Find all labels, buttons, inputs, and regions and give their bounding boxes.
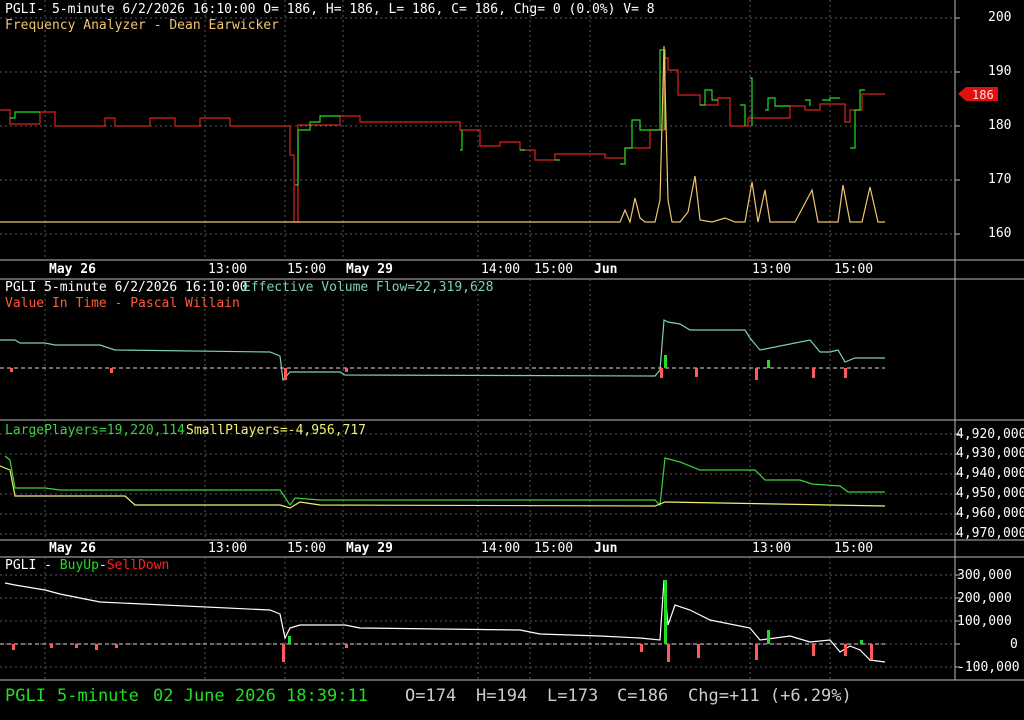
chart-window: 186 PGLI- 5-minute 6/2/2026 16:10:00 O= … xyxy=(0,0,1024,720)
players-tick-4930000: 4,930,000 xyxy=(956,446,1024,461)
axis-time-1300b: 13:00 xyxy=(752,262,792,277)
buyup-panel-title: PGLI - BuyUp-SellDown xyxy=(5,558,169,573)
selldown-bar xyxy=(50,644,53,648)
axis-time-1500b: 15:00 xyxy=(534,262,574,277)
status-datetime: 02 June 2026 18:39:11 xyxy=(153,686,368,706)
status-symbol: PGLI xyxy=(5,686,46,706)
buyup-prefix: PGLI - xyxy=(5,558,60,573)
frequency-analyzer-label: Frequency Analyzer - Dean Earwicker xyxy=(5,18,279,33)
value-in-time-bar xyxy=(755,368,758,380)
value-in-time-label: Value In Time - Pascal Willain xyxy=(5,296,240,311)
grid-lines xyxy=(0,0,955,680)
axis2-time-1500b: 15:00 xyxy=(534,541,574,556)
selldown-bar xyxy=(697,644,700,658)
price-tick-190: 190 xyxy=(988,64,1012,79)
buyup-tick-minus100000: -100,000 xyxy=(957,660,1020,675)
axis2-time-1500c: 15:00 xyxy=(834,541,874,556)
value-in-time-bar xyxy=(812,368,815,378)
price-tick-180: 180 xyxy=(988,118,1012,133)
status-low: L=173 xyxy=(547,686,599,706)
selldown-bar xyxy=(95,644,98,650)
flow-symbol-line: PGLI 5-minute 6/2/2026 16:10:00 xyxy=(5,280,248,295)
axis2-time-1300b: 13:00 xyxy=(752,541,792,556)
value-in-time-bar xyxy=(664,355,667,368)
axis-time-1500c: 15:00 xyxy=(834,262,874,277)
effective-volume-flow-line xyxy=(0,319,885,382)
selldown-bar xyxy=(115,644,118,648)
axis2-time-1300: 13:00 xyxy=(208,541,248,556)
status-interval: 5-minute xyxy=(57,686,139,706)
effective-volume-flow-label: Effective Volume Flow=22,319,628 xyxy=(243,280,494,295)
price-panel-series xyxy=(0,45,885,225)
value-in-time-bar xyxy=(767,360,770,368)
current-price-value: 186 xyxy=(972,88,994,102)
panel-frames xyxy=(0,0,1024,681)
axis-time-1400: 14:00 xyxy=(481,262,521,277)
selldown-bar xyxy=(812,644,815,656)
axis2-time-1400: 14:00 xyxy=(481,541,521,556)
axis2-time-1500: 15:00 xyxy=(287,541,327,556)
large-players-line xyxy=(4,455,885,507)
buyup-dash: - xyxy=(98,558,107,573)
axis-time-1300: 13:00 xyxy=(208,262,248,277)
status-open: O=174 xyxy=(405,686,457,706)
buyup-tick-0: 0 xyxy=(1010,637,1018,652)
value-in-time-bar xyxy=(284,368,287,380)
buyup-bar xyxy=(860,640,863,644)
value-in-time-bar xyxy=(695,368,698,377)
price-line-up xyxy=(10,49,865,186)
flow-panel-series xyxy=(0,319,885,382)
value-in-time-bar xyxy=(660,368,663,378)
large-players-label: LargePlayers=19,220,114 xyxy=(5,423,186,438)
selldown-bar xyxy=(75,644,78,648)
status-close: C=186 xyxy=(617,686,669,706)
buyup-tick-100000: 100,000 xyxy=(957,614,1012,629)
small-players-line xyxy=(0,465,886,509)
buyup-label: BuyUp xyxy=(59,558,99,573)
price-tick-170: 170 xyxy=(988,172,1012,187)
axis-day-may29: May 29 xyxy=(346,262,393,277)
selldown-bar xyxy=(667,644,670,662)
small-players-label: SmallPlayers=-4,956,717 xyxy=(186,423,367,438)
selldown-bar xyxy=(870,644,873,660)
selldown-bar xyxy=(844,644,847,656)
axis-day-may26: May 26 xyxy=(49,262,96,277)
buyup-bar xyxy=(767,630,770,644)
players-tick-4970000: 4,970,000 xyxy=(956,526,1024,541)
value-in-time-bar xyxy=(110,368,113,373)
value-in-time-bar xyxy=(345,368,348,372)
price-tick-160: 160 xyxy=(988,226,1012,241)
buyup-tick-200000: 200,000 xyxy=(957,591,1012,606)
frequency-analyzer-line xyxy=(0,45,885,225)
axis-day-jun: Jun xyxy=(594,262,618,277)
axis-time-1500: 15:00 xyxy=(287,262,327,277)
players-panel-series xyxy=(0,455,886,509)
players-tick-4920000: 4,920,000 xyxy=(956,427,1024,442)
current-price-tag: 186 xyxy=(958,87,998,102)
buyup-bar xyxy=(664,580,667,644)
buyup-tick-300000: 300,000 xyxy=(957,568,1012,583)
value-in-time-bar xyxy=(844,368,847,378)
status-change: Chg=+11 (+6.29%) xyxy=(688,686,852,706)
axis2-day-jun: Jun xyxy=(594,541,618,556)
players-tick-4960000: 4,960,000 xyxy=(956,506,1024,521)
status-high: H=194 xyxy=(476,686,528,706)
axis2-day-may29: May 29 xyxy=(346,541,393,556)
price-tick-200: 200 xyxy=(988,10,1012,25)
selldown-bar xyxy=(755,644,758,660)
selldown-bar xyxy=(345,644,348,648)
selldown-bar xyxy=(12,644,15,650)
chart-canvas[interactable]: 186 xyxy=(0,0,1024,720)
buyup-panel-series xyxy=(0,579,886,663)
players-tick-4950000: 4,950,000 xyxy=(956,486,1024,501)
selldown-bar xyxy=(640,644,643,652)
price-header: PGLI- 5-minute 6/2/2026 16:10:00 O= 186,… xyxy=(5,2,655,17)
selldown-bar xyxy=(282,644,285,662)
buyup-bar xyxy=(288,636,291,644)
axis2-day-may26: May 26 xyxy=(49,541,96,556)
value-in-time-bar xyxy=(10,368,13,372)
players-tick-4940000: 4,940,000 xyxy=(956,466,1024,481)
selldown-label: SellDown xyxy=(106,558,170,573)
